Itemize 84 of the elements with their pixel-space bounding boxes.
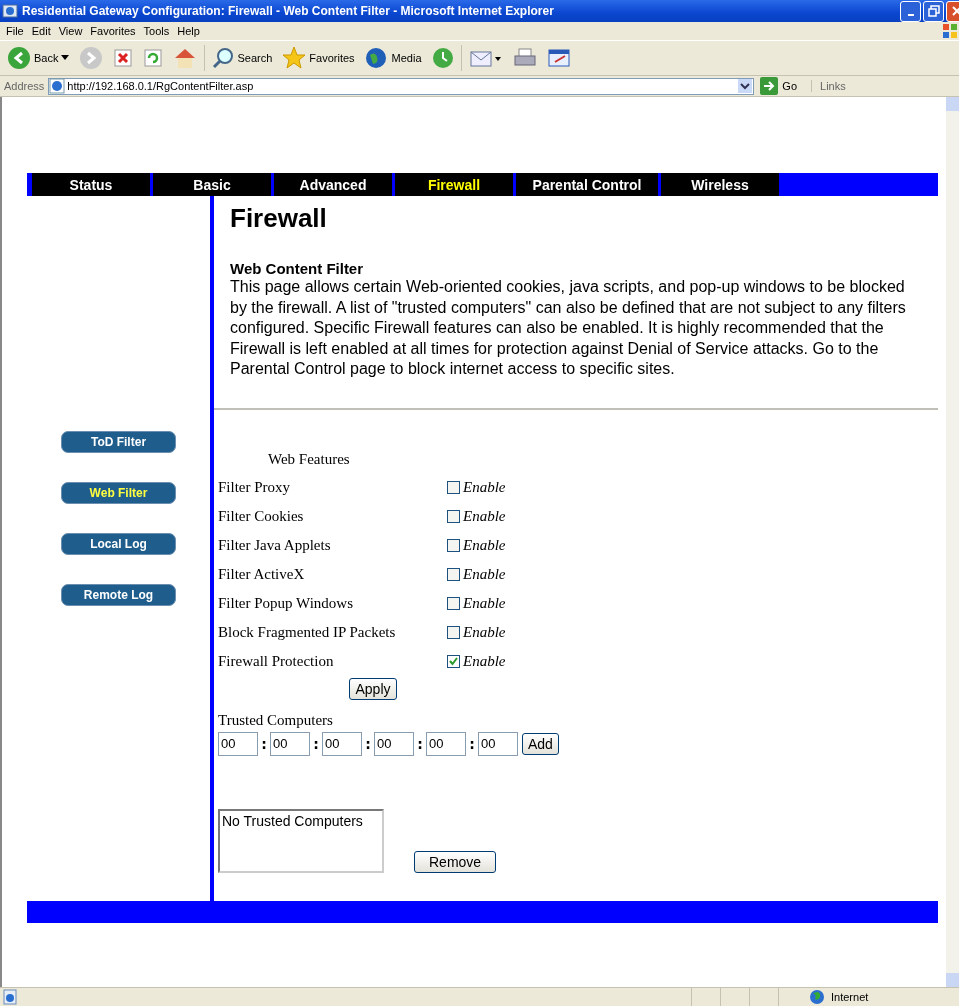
check-icon [448,655,459,667]
address-label: Address [4,80,45,92]
search-icon [212,47,235,69]
add-button[interactable]: Add [522,732,559,755]
minimize-icon [907,14,914,16]
apply-button[interactable]: Apply [349,677,397,700]
list-item[interactable]: No Trusted Computers [222,812,380,829]
enable-label: Enable [463,623,506,641]
enable-label: Enable [463,652,506,670]
minimize-button[interactable] [900,0,921,22]
enable-checkbox[interactable] [447,480,460,494]
caret-icon [61,55,70,61]
enable-checkbox[interactable] [447,567,460,581]
enable-checkbox[interactable] [447,654,460,668]
mac-separator: : [468,735,476,752]
window-title: Residential Gateway Configuration: Firewall - Web Content Filter - Microsoft Internet Explorer [22,4,555,18]
menu-item[interactable]: Help [175,25,206,37]
enable-checkbox[interactable] [447,625,460,639]
trusted-computers-list[interactable]: No Trusted Computers [218,808,384,873]
menu-item[interactable]: Favorites [88,25,142,37]
star-icon [282,46,307,70]
menu-item[interactable]: View [56,25,89,37]
sidebar-button[interactable]: Remote Log [61,584,176,606]
address-field[interactable]: http://192.168.0.1/RgContentFilter.asp [48,77,755,95]
feature-label: Filter Java Applets [218,536,332,554]
mac-field[interactable]: 00 [426,731,466,756]
enable-checkbox[interactable] [447,596,460,610]
mac-field[interactable]: 00 [218,731,258,756]
feature-label: Filter ActiveX [218,565,306,583]
enable-label: Enable [463,478,506,496]
nav-tab[interactable]: Parental Control [516,173,658,196]
feature-label: Filter Proxy [218,478,292,496]
maximize-button[interactable] [923,0,944,22]
web-features-title: Web Features [267,450,351,469]
nav-tab[interactable]: Advanced [274,173,392,196]
feature-label: Filter Popup Windows [218,594,354,612]
mac-field[interactable]: 00 [374,731,414,756]
mac-separator: : [364,735,372,752]
enable-checkbox[interactable] [447,509,460,523]
page-heading: Firewall [230,203,328,234]
zone-label: Internet [831,991,869,1003]
enable-label: Enable [463,507,506,525]
search-button[interactable]: Search [209,46,276,70]
feature-label: Block Fragmented IP Packets [218,623,397,641]
favorites-button[interactable]: Favorites [279,45,358,71]
dropdown-icon[interactable] [738,79,753,93]
close-icon [951,6,959,16]
enable-label: Enable [463,565,506,583]
enable-checkbox[interactable] [447,538,460,552]
restore-icon [927,5,940,17]
menu-item[interactable]: File [4,25,30,37]
globe-icon [809,989,825,1005]
nav-tab[interactable]: Firewall [395,173,513,196]
page-icon [2,989,18,1005]
mac-separator: : [260,735,268,752]
description-text: This page allows certain Web-oriented cookies, java scripts, and pop-up windows to be blocked by the firewall. A list of "trusted computers" can also be defined that are not subject to any filters configured. Specific Firewall features can also be enabled. It is highly recommended that the Firewall is left enabled at all times for protection against Denial of Service attacks. Go to the Parental Control page to block internet access to specific sites. [230,277,907,379]
section-heading: Web Content Filter [230,260,365,277]
mac-field[interactable]: 00 [478,731,518,756]
sidebar-button[interactable]: Local Log [61,533,176,555]
media-button[interactable]: Media [361,46,425,70]
links-button[interactable]: Links [811,80,846,92]
menu-item[interactable]: Tools [141,25,176,37]
mac-field[interactable]: 00 [270,731,310,756]
feature-label: Filter Cookies [218,507,305,525]
sidebar-button[interactable]: ToD Filter [61,431,176,453]
go-button[interactable]: Go [758,77,808,95]
enable-label: Enable [463,594,506,612]
globe-icon [364,47,389,69]
trusted-computers-label: Trusted Computers [218,711,334,729]
menu-item[interactable]: Edit [29,25,57,37]
enable-label: Enable [463,536,506,554]
browser-icon [2,3,18,19]
back-button[interactable]: Back [4,45,73,71]
mac-separator: : [416,735,424,752]
sidebar-button[interactable]: Web Filter [61,482,176,504]
mac-separator: : [312,735,320,752]
nav-tab[interactable]: Basic [153,173,271,196]
page-icon [49,78,66,94]
feature-label: Firewall Protection [218,652,335,670]
nav-tab[interactable]: Status [32,173,150,196]
mac-field[interactable]: 00 [322,731,362,756]
remove-button[interactable]: Remove [414,850,497,873]
nav-tab[interactable]: Wireless [661,173,779,196]
windows-logo-icon [941,22,959,40]
